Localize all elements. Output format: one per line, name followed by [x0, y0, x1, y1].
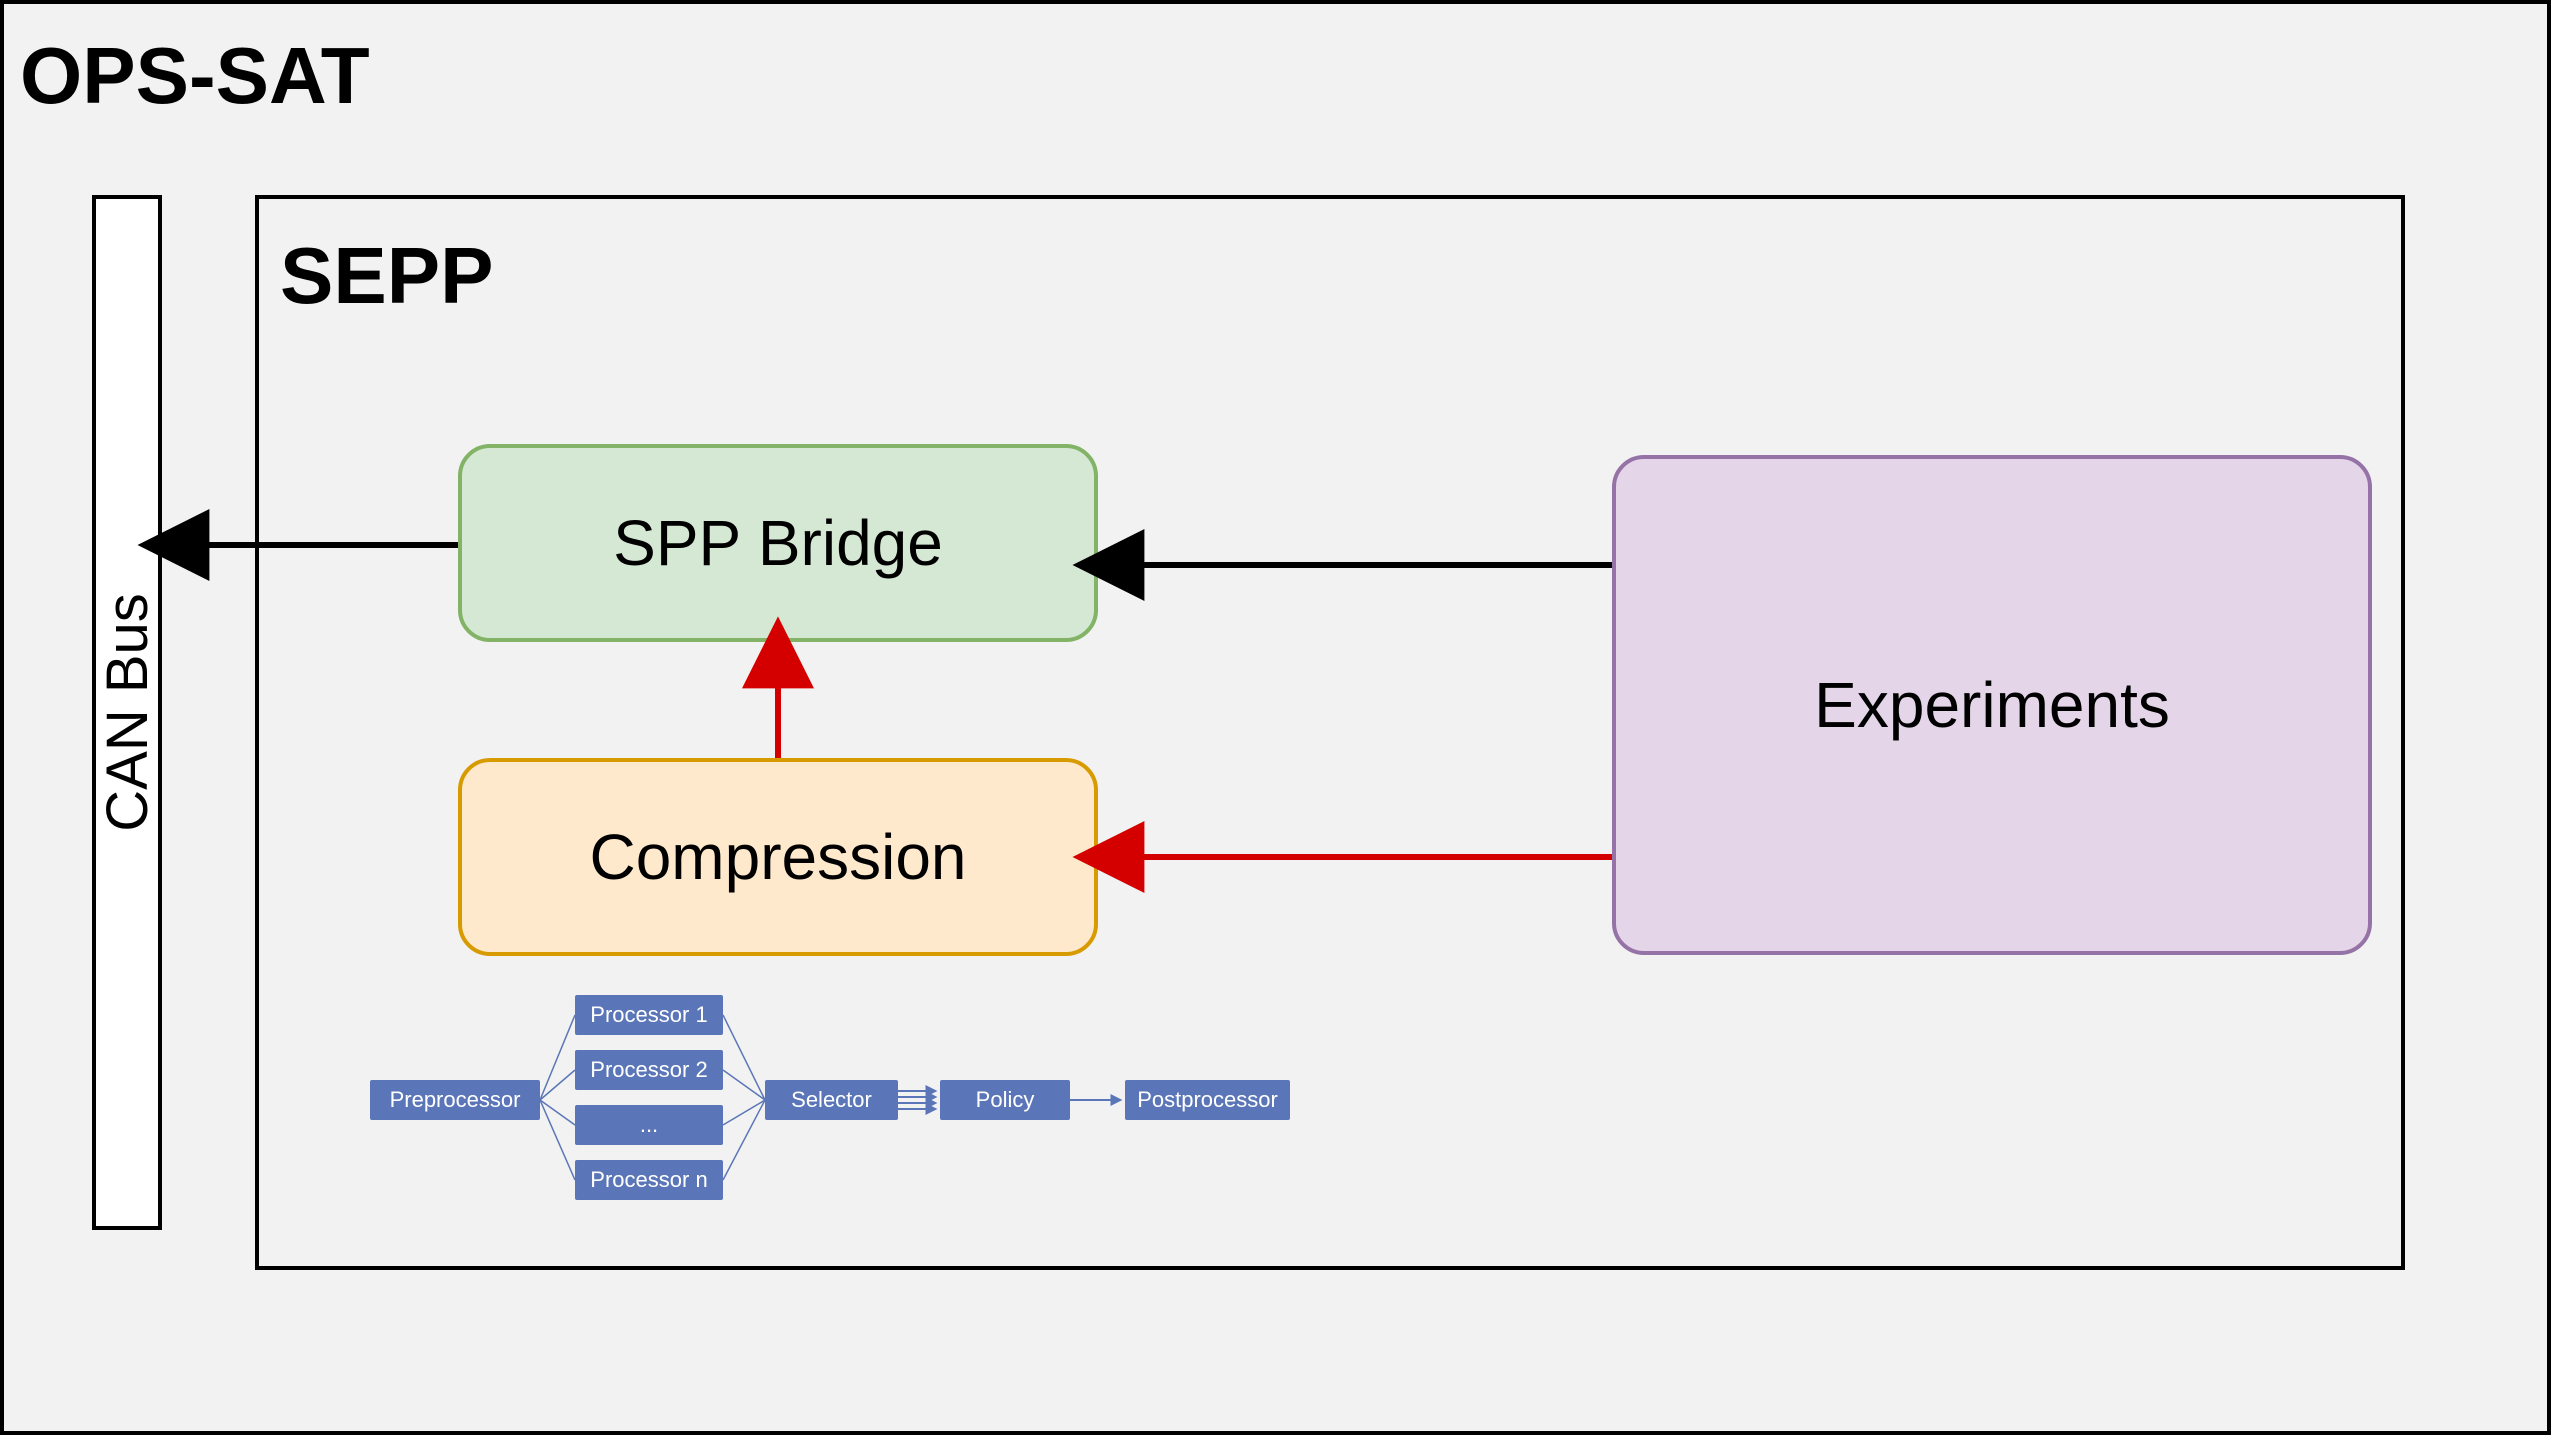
- experiments-node: Experiments: [1612, 455, 2372, 955]
- pipeline-preprocessor: Preprocessor: [370, 1080, 540, 1120]
- can-bus-box: CAN Bus: [92, 195, 162, 1230]
- page-title: OPS-SAT: [20, 30, 370, 122]
- pipeline-postprocessor: Postprocessor: [1125, 1080, 1290, 1120]
- can-bus-label: CAN Bus: [94, 593, 161, 832]
- pipeline-policy: Policy: [940, 1080, 1070, 1120]
- pipeline-processor-ellipsis: ...: [575, 1105, 723, 1145]
- pipeline-processor-1: Processor 1: [575, 995, 723, 1035]
- pipeline-processor-2: Processor 2: [575, 1050, 723, 1090]
- compression-node: Compression: [458, 758, 1098, 956]
- pipeline-selector: Selector: [765, 1080, 898, 1120]
- spp-bridge-label: SPP Bridge: [613, 506, 943, 580]
- pipeline-processor-n: Processor n: [575, 1160, 723, 1200]
- spp-bridge-node: SPP Bridge: [458, 444, 1098, 642]
- compression-label: Compression: [589, 820, 966, 894]
- sepp-label: SEPP: [280, 230, 493, 322]
- pipeline-diagram: Preprocessor Processor 1 Processor 2 ...…: [370, 965, 1300, 1205]
- experiments-label: Experiments: [1814, 668, 2170, 742]
